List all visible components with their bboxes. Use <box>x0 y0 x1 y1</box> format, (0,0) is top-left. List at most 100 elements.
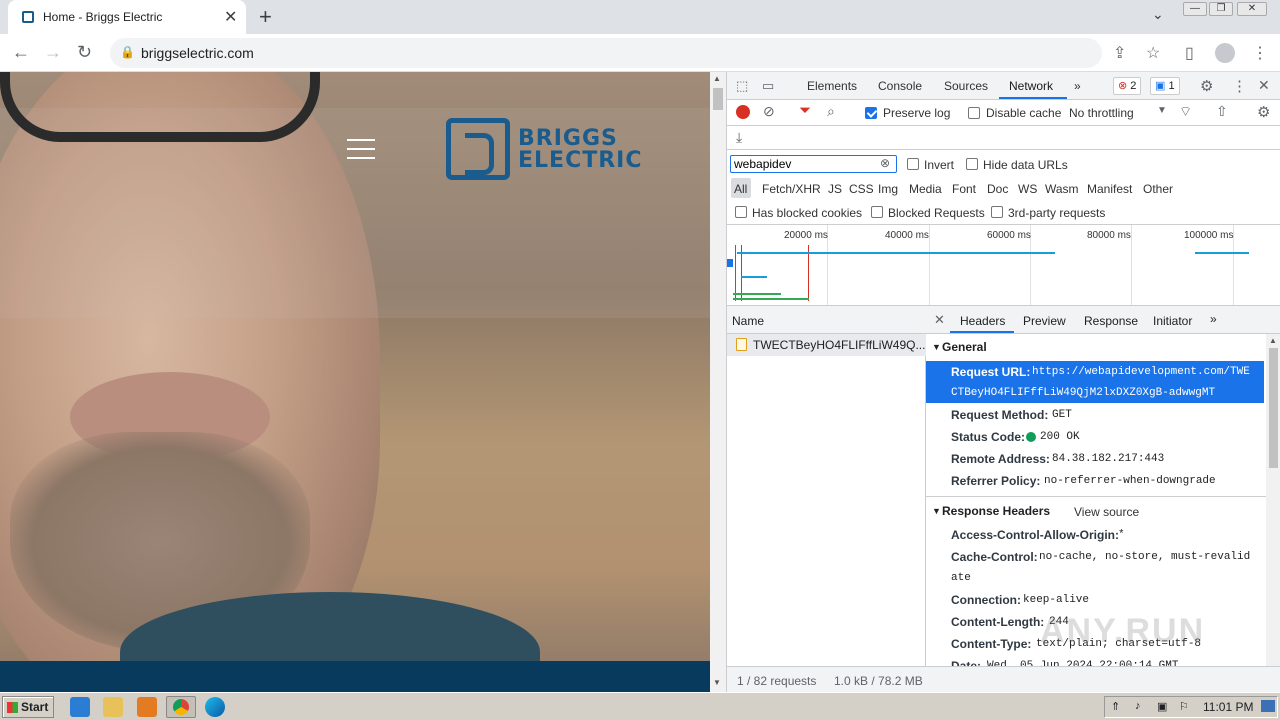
tab-console[interactable]: Console <box>878 79 922 93</box>
preserve-log-checkbox[interactable] <box>865 107 877 119</box>
tab-elements[interactable]: Elements <box>807 79 857 93</box>
type-filter-media[interactable]: Media <box>909 182 942 196</box>
record-icon[interactable] <box>736 105 750 119</box>
device-toolbar-icon[interactable]: ▭ <box>762 78 774 94</box>
clear-filter-icon[interactable]: ⊗ <box>880 156 890 170</box>
tab-response[interactable]: Response <box>1084 314 1138 328</box>
hide-data-urls-checkbox[interactable] <box>966 158 978 170</box>
devtools-menu-icon[interactable]: ⋮ <box>1232 77 1247 95</box>
tab-initiator[interactable]: Initiator <box>1153 314 1192 328</box>
volume-icon[interactable]: ♪ <box>1135 700 1141 712</box>
minimize-button[interactable]: — <box>1183 2 1207 16</box>
filter-funnel-icon[interactable]: ⏷ <box>799 102 811 119</box>
media-player-icon[interactable] <box>137 697 157 717</box>
type-filter-font[interactable]: Font <box>952 182 976 196</box>
tab-search-chevron-icon[interactable]: ⌄ <box>1152 6 1164 23</box>
has-blocked-cookies-checkbox[interactable] <box>735 206 747 218</box>
page-scrollbar[interactable]: ▲ ▼ <box>710 72 726 692</box>
import-har-icon[interactable]: ⇧ <box>1216 103 1228 120</box>
type-filter-img[interactable]: Img <box>878 182 898 196</box>
view-source-link[interactable]: View source <box>1074 505 1139 519</box>
details-vertical-scrollbar[interactable]: ▲ ▼ <box>1266 334 1280 678</box>
share-icon[interactable]: ⇪ <box>1113 43 1126 63</box>
tab-sources[interactable]: Sources <box>944 79 988 93</box>
search-icon[interactable]: ⌕ <box>827 103 835 120</box>
page-scroll-thumb[interactable] <box>713 88 723 110</box>
scroll-down-arrow-icon[interactable]: ▼ <box>713 678 721 687</box>
network-conditions-icon[interactable]: ⌔ <box>1179 103 1192 121</box>
side-panel-icon[interactable]: ▯ <box>1185 43 1194 63</box>
close-devtools-icon[interactable]: ✕ <box>1258 77 1270 94</box>
reload-icon[interactable]: ↻ <box>77 42 92 63</box>
clear-icon[interactable]: ⊘ <box>763 103 775 120</box>
close-tab-icon[interactable]: ✕ <box>224 7 237 27</box>
address-bar[interactable]: 🔒 briggselectric.com <box>110 38 1102 68</box>
scroll-up-arrow-icon[interactable]: ▲ <box>1269 336 1277 345</box>
type-filter-doc[interactable]: Doc <box>987 182 1008 196</box>
close-details-icon[interactable]: ✕ <box>934 312 945 328</box>
tab-headers[interactable]: Headers <box>960 314 1005 328</box>
more-detail-tabs-icon[interactable]: » <box>1210 312 1217 326</box>
cache-control-value-line1[interactable]: no-cache, no-store, must-revalid <box>1039 551 1250 563</box>
type-filter-css[interactable]: CSS <box>849 182 874 196</box>
action-center-icon[interactable]: ⚐ <box>1179 700 1189 713</box>
network-icon[interactable]: ▣ <box>1157 700 1167 713</box>
type-filter-wasm[interactable]: Wasm <box>1045 182 1079 196</box>
type-filter-fetch-xhr[interactable]: Fetch/XHR <box>762 182 821 196</box>
type-filter-ws[interactable]: WS <box>1018 182 1037 196</box>
network-overview-timeline[interactable]: 20000 ms 40000 ms 60000 ms 80000 ms 1000… <box>727 224 1280 306</box>
scroll-up-arrow-icon[interactable]: ▲ <box>713 74 721 83</box>
lock-icon[interactable]: 🔒 <box>120 45 135 59</box>
type-filter-other[interactable]: Other <box>1143 182 1173 196</box>
type-filter-manifest[interactable]: Manifest <box>1087 182 1132 196</box>
tab-preview[interactable]: Preview <box>1023 314 1066 328</box>
window-close-button[interactable]: ✕ <box>1237 2 1267 16</box>
network-settings-gear-icon[interactable]: ⚙ <box>1257 103 1270 121</box>
general-section-header[interactable]: ▼ General <box>926 340 1266 362</box>
show-desktop-icon[interactable] <box>1261 700 1275 712</box>
show-hidden-icons-icon[interactable]: ⇑ <box>1111 700 1120 713</box>
invert-checkbox[interactable] <box>907 158 919 170</box>
request-row[interactable]: TWECTBeyHO4FLIFffLiW49Q... <box>727 334 926 356</box>
internet-explorer-icon[interactable] <box>70 697 90 717</box>
acao-value[interactable]: * <box>1118 529 1125 541</box>
bookmark-star-icon[interactable]: ☆ <box>1146 43 1160 63</box>
request-url-value-line1[interactable]: https://webapidevelopment.com/TWE <box>1032 366 1250 378</box>
connection-value[interactable]: keep-alive <box>1023 594 1089 606</box>
details-scroll-thumb[interactable] <box>1269 348 1278 468</box>
third-party-checkbox[interactable] <box>991 206 1003 218</box>
type-filter-all[interactable]: All <box>734 182 747 196</box>
request-name[interactable]: TWECTBeyHO4FLIFffLiW49Q... <box>753 338 925 352</box>
blocked-requests-checkbox[interactable] <box>871 206 883 218</box>
throttling-dropdown-icon[interactable]: ▼ <box>1157 105 1167 116</box>
more-tabs-chevron-icon[interactable]: » <box>1074 79 1081 93</box>
clock[interactable]: 11:01 PM <box>1203 700 1253 714</box>
chrome-taskbar-button[interactable] <box>166 696 196 718</box>
edge-icon[interactable] <box>205 697 225 717</box>
request-url-value-line2[interactable]: CTBeyHO4FLIFffLiW49QjM2lxDXZ0XgB-adwwgMT <box>951 387 1215 399</box>
message-count-badge[interactable]: ▣ 1 <box>1150 77 1180 95</box>
new-tab-button[interactable]: + <box>259 4 272 30</box>
start-button[interactable]: Start <box>2 696 54 718</box>
restore-button[interactable]: ❐ <box>1209 2 1233 16</box>
browser-menu-icon[interactable]: ⋮ <box>1252 43 1268 63</box>
request-list-header[interactable]: Name <box>727 306 926 334</box>
name-column-header[interactable]: Name <box>732 314 764 328</box>
browser-tab[interactable]: Home - Briggs Electric ✕ <box>8 0 246 34</box>
error-count-badge[interactable]: ⊗ 2 <box>1113 77 1142 95</box>
briggs-electric-logo[interactable]: BRIGGS ELECTRIC <box>446 118 676 182</box>
profile-avatar-icon[interactable] <box>1215 43 1235 63</box>
address-url[interactable]: briggselectric.com <box>141 45 254 61</box>
forward-arrow-icon[interactable]: → <box>44 42 62 63</box>
tab-network[interactable]: Network <box>1009 79 1053 93</box>
back-arrow-icon[interactable]: ← <box>12 42 30 63</box>
hamburger-menu-icon[interactable] <box>347 139 375 159</box>
type-filter-js[interactable]: JS <box>828 182 842 196</box>
request-method-value[interactable]: GET <box>1052 409 1072 421</box>
file-explorer-icon[interactable] <box>103 697 123 717</box>
disable-cache-checkbox[interactable] <box>968 107 980 119</box>
referrer-policy-value[interactable]: no-referrer-when-downgrade <box>1044 475 1216 487</box>
status-code-value[interactable]: 200 OK <box>1040 431 1080 443</box>
remote-address-value[interactable]: 84.38.182.217:443 <box>1052 453 1164 465</box>
inspect-element-icon[interactable]: ⬚ <box>736 78 748 94</box>
